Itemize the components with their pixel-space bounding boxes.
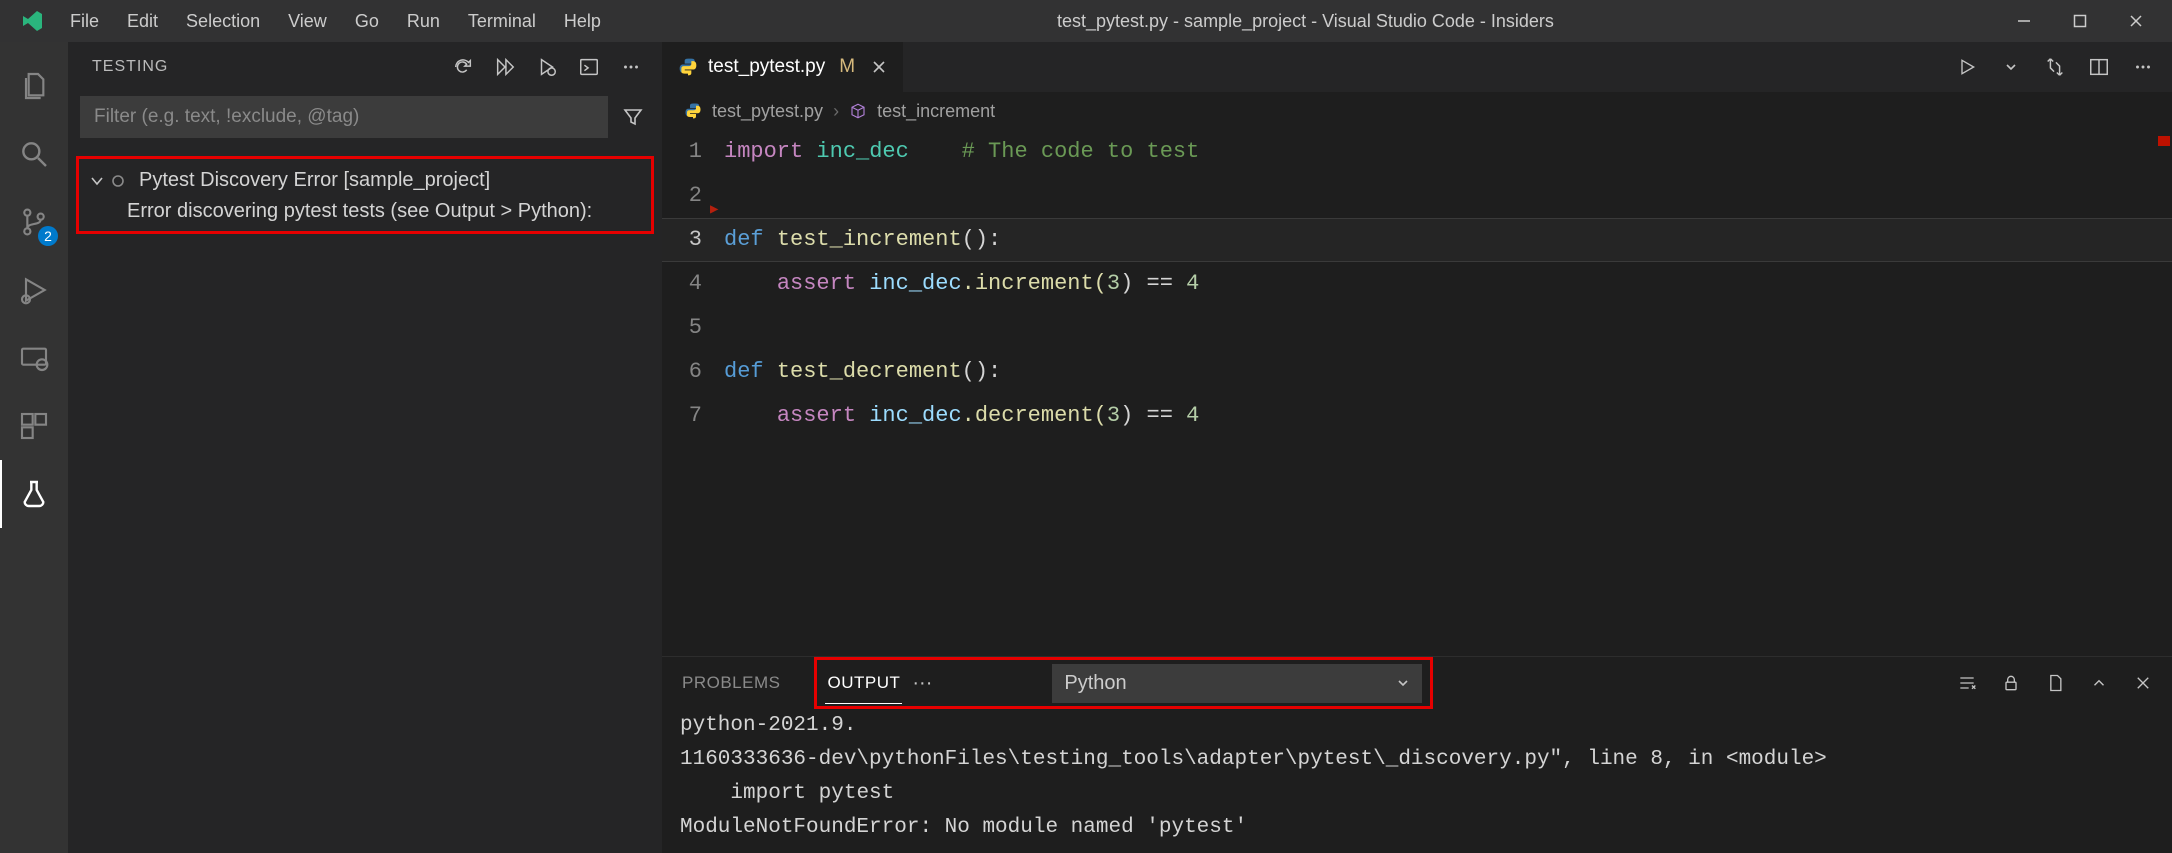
highlight-annotation-output: OUTPUT ··· Python (814, 657, 1433, 709)
status-unset-icon (111, 174, 133, 188)
debug-run-icon (536, 56, 558, 78)
panel-chevron-button[interactable] (2086, 670, 2112, 696)
output-channel-label: Python (1064, 672, 1126, 695)
window-title: test_pytest.py - sample_project - Visual… (615, 11, 1996, 32)
editor-tab-label: test_pytest.py (708, 56, 825, 78)
symbol-cube-icon (849, 102, 867, 120)
menu-view[interactable]: View (274, 5, 341, 38)
chevron-down-icon (89, 173, 111, 189)
editor-tab-close-button[interactable] (871, 59, 887, 75)
chevron-down-icon (2005, 61, 2017, 73)
split-editor-button[interactable] (2086, 54, 2112, 80)
menu-help[interactable]: Help (550, 5, 615, 38)
chevron-down-icon (1396, 676, 1410, 690)
python-file-icon (684, 102, 702, 120)
run-all-icon (494, 56, 516, 78)
code-editor[interactable]: 1import inc_dec # The code to test ▶ 2 3… (662, 130, 2172, 656)
run-all-tests-button[interactable] (492, 54, 518, 80)
test-tree-error-message: Error discovering pytest tests (see Outp… (79, 196, 651, 223)
highlight-annotation-testing: Pytest Discovery Error [sample_project] … (76, 156, 654, 234)
lock-scroll-button[interactable] (1998, 670, 2024, 696)
panel-tab-problems[interactable]: PROBLEMS (680, 663, 782, 703)
editor-tab-test-pytest[interactable]: test_pytest.py M (662, 42, 904, 92)
diff-icon (2044, 56, 2066, 78)
menu-selection[interactable]: Selection (172, 5, 274, 38)
minimize-button[interactable] (1996, 0, 2052, 42)
activity-bar: 2 (0, 42, 68, 853)
activity-extensions[interactable] (0, 392, 68, 460)
breadcrumb-separator: › (833, 101, 839, 122)
activity-run-debug[interactable] (0, 256, 68, 324)
files-icon (18, 70, 50, 102)
app-logo (8, 9, 56, 33)
minimap-error-marker (2158, 136, 2170, 146)
file-icon (2045, 673, 2065, 693)
activity-search[interactable] (0, 120, 68, 188)
scm-badge: 2 (38, 226, 58, 246)
close-icon (2134, 674, 2152, 692)
filter-button[interactable] (616, 100, 650, 134)
play-icon (1957, 57, 1977, 77)
refresh-icon (452, 56, 474, 78)
debug-icon (18, 274, 50, 306)
chevron-up-icon (2090, 674, 2108, 692)
breadcrumb[interactable]: test_pytest.py › test_increment (662, 92, 2172, 130)
search-icon (18, 138, 50, 170)
output-channel-select[interactable]: Python (1052, 664, 1422, 703)
menu-edit[interactable]: Edit (113, 5, 172, 38)
breadcrumb-symbol: test_increment (877, 101, 995, 122)
menu-terminal[interactable]: Terminal (454, 5, 550, 38)
compare-changes-button[interactable] (2042, 54, 2068, 80)
menu-bar: File Edit Selection View Go Run Terminal… (56, 5, 615, 38)
debug-tests-button[interactable] (534, 54, 560, 80)
split-icon (2088, 56, 2110, 78)
clear-icon (1957, 673, 1977, 693)
breadcrumb-file: test_pytest.py (712, 101, 823, 122)
panel-tab-output[interactable]: OUTPUT (825, 663, 902, 704)
extensions-icon (18, 410, 50, 442)
activity-remote[interactable] (0, 324, 68, 392)
terminal-icon (578, 56, 600, 78)
testing-sidebar: TESTING (68, 42, 662, 853)
show-output-button[interactable] (576, 54, 602, 80)
editor-more-button[interactable] (2130, 54, 2156, 80)
menu-file[interactable]: File (56, 5, 113, 38)
panel-overflow-button[interactable]: ··· (912, 672, 932, 695)
window-controls (1996, 0, 2164, 42)
test-tree-root-label: Pytest Discovery Error [sample_project] (139, 169, 490, 192)
lock-icon (2001, 673, 2021, 693)
run-dropdown-button[interactable] (1998, 54, 2024, 80)
python-file-icon (678, 57, 698, 77)
menu-run[interactable]: Run (393, 5, 454, 38)
clear-output-button[interactable] (1954, 670, 1980, 696)
sidebar-title: TESTING (92, 58, 168, 76)
editor-area: test_pytest.py M test_pytest.py › tes (662, 42, 2172, 853)
vscode-insiders-icon (20, 9, 44, 33)
funnel-icon (621, 105, 645, 129)
run-file-button[interactable] (1954, 54, 1980, 80)
maximize-button[interactable] (2052, 0, 2108, 42)
close-button[interactable] (2108, 0, 2164, 42)
beaker-icon (18, 478, 50, 510)
menu-go[interactable]: Go (341, 5, 393, 38)
activity-testing[interactable] (0, 460, 68, 528)
more-actions-button[interactable] (618, 54, 644, 80)
ellipsis-icon (620, 56, 642, 78)
editor-tab-modified-indicator: M (839, 56, 855, 78)
test-filter-input[interactable] (80, 96, 608, 138)
panel-close-button[interactable] (2130, 670, 2156, 696)
title-bar: File Edit Selection View Go Run Terminal… (0, 0, 2172, 42)
activity-explorer[interactable] (0, 52, 68, 120)
refresh-tests-button[interactable] (450, 54, 476, 80)
open-log-button[interactable] (2042, 670, 2068, 696)
activity-source-control[interactable]: 2 (0, 188, 68, 256)
remote-icon (18, 342, 50, 374)
ellipsis-icon (2132, 56, 2154, 78)
test-tree-root[interactable]: Pytest Discovery Error [sample_project] (79, 165, 651, 196)
output-content[interactable]: python-2021.9. 1160333636-dev\pythonFile… (662, 709, 2172, 853)
bottom-panel: PROBLEMS OUTPUT ··· Python (662, 656, 2172, 853)
